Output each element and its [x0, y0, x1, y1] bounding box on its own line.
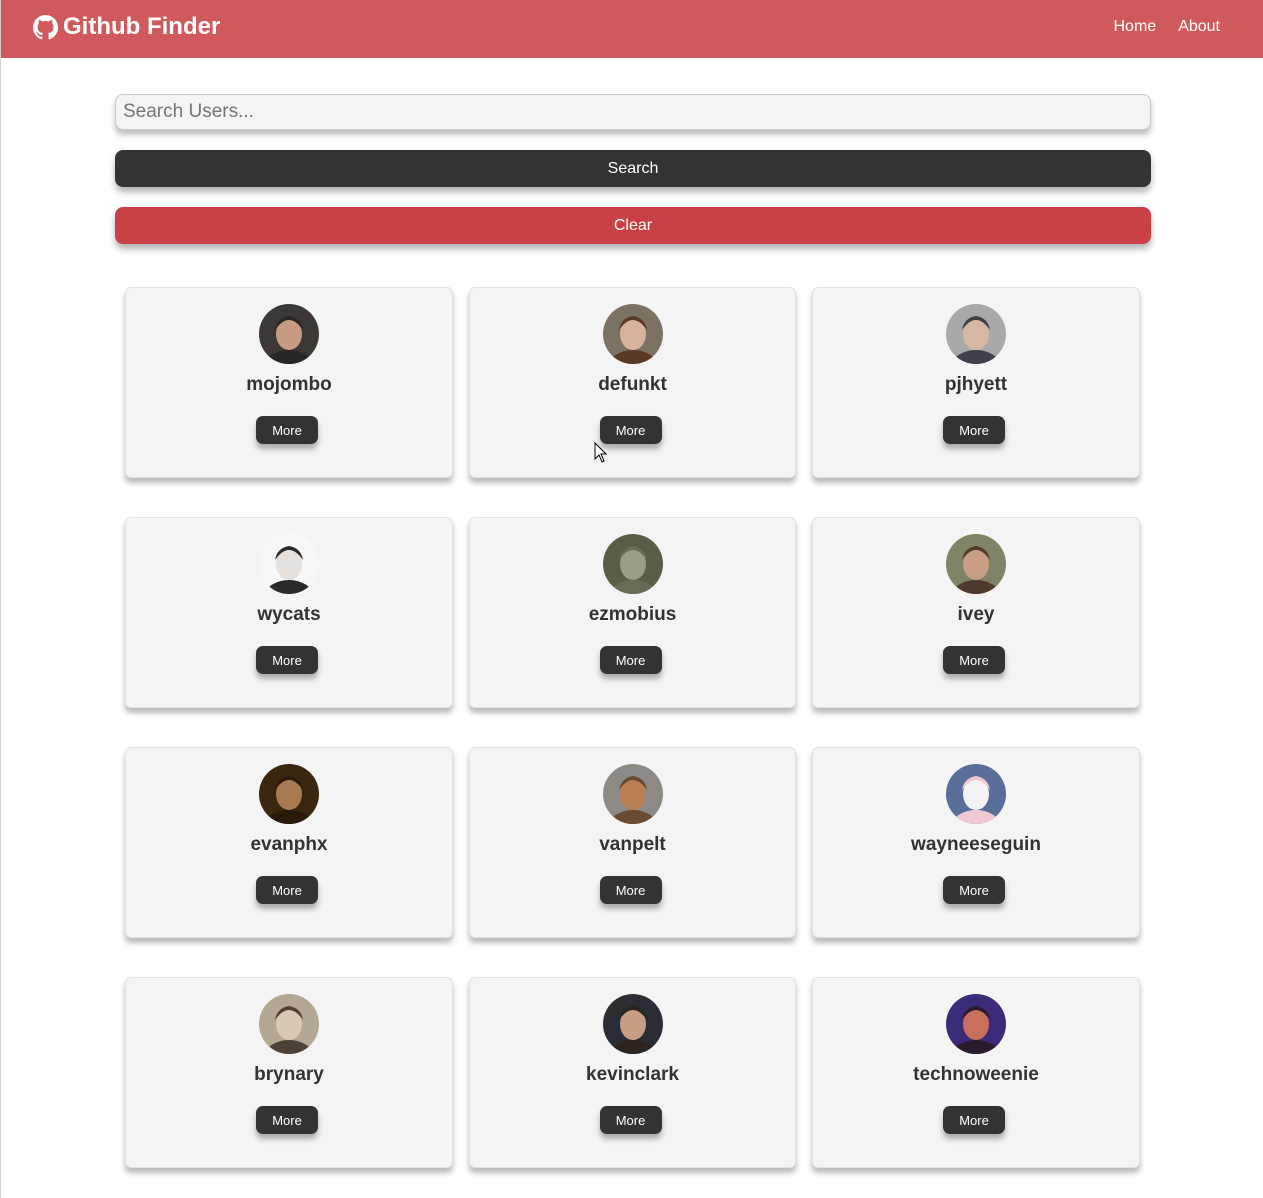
user-login: technoweenie [913, 1064, 1039, 1085]
page: Github Finder Home About Search Clear mo… [0, 0, 1263, 1198]
more-button[interactable]: More [256, 1106, 318, 1134]
user-login: wayneeseguin [911, 834, 1041, 855]
nav-link-home[interactable]: Home [1114, 18, 1157, 36]
avatar [602, 304, 663, 364]
more-button[interactable]: More [256, 416, 318, 444]
avatar-image [602, 534, 663, 594]
user-login: vanpelt [599, 834, 666, 855]
more-button[interactable]: More [599, 1106, 662, 1134]
avatar-image [946, 534, 1006, 594]
user-login: ivey [957, 604, 995, 625]
user-login: brynary [254, 1064, 324, 1085]
user-card: brynary More [125, 977, 453, 1168]
avatar [259, 994, 319, 1054]
avatar [946, 534, 1006, 594]
avatar-image [602, 304, 663, 364]
more-button[interactable]: More [599, 416, 662, 444]
more-button[interactable]: More [943, 1106, 1005, 1134]
user-card: wayneeseguin More [812, 747, 1140, 938]
user-login: wycats [257, 604, 321, 625]
user-card: defunkt More [469, 287, 796, 478]
user-card: technoweenie More [812, 977, 1140, 1168]
user-grid: mojombo More defunkt More pjhyett More wycats M… [125, 287, 1141, 1168]
brand-link[interactable]: Github Finder [33, 13, 220, 41]
clear-button[interactable]: Clear [115, 207, 1151, 244]
user-login: defunkt [598, 374, 667, 395]
navbar: Github Finder Home About [1, 0, 1263, 58]
user-card: wycats More [125, 517, 453, 708]
avatar [259, 304, 319, 364]
nav-link-about[interactable]: About [1178, 18, 1220, 36]
more-button[interactable]: More [599, 876, 662, 904]
search-input[interactable] [115, 94, 1151, 130]
nav-links: Home About [1114, 18, 1221, 36]
more-button[interactable]: More [943, 876, 1005, 904]
user-card: ezmobius More [469, 517, 796, 708]
avatar-image [946, 764, 1006, 824]
github-icon [33, 14, 58, 39]
user-card: ivey More [812, 517, 1140, 708]
avatar [602, 764, 663, 824]
avatar-image [946, 304, 1006, 364]
more-button[interactable]: More [599, 646, 662, 674]
user-card: mojombo More [125, 287, 453, 478]
avatar-image [259, 764, 319, 824]
user-login: kevinclark [586, 1064, 679, 1085]
avatar-image [259, 534, 319, 594]
user-login: ezmobius [588, 604, 677, 625]
avatar-image [259, 304, 319, 364]
user-card: evanphx More [125, 747, 453, 938]
avatar-image [602, 764, 663, 824]
avatar [259, 534, 319, 594]
user-login: evanphx [250, 834, 328, 855]
avatar [259, 764, 319, 824]
avatar [946, 994, 1006, 1054]
avatar [602, 994, 663, 1054]
avatar-image [946, 994, 1006, 1054]
user-card: vanpelt More [469, 747, 796, 938]
avatar-image [602, 994, 663, 1054]
more-button[interactable]: More [943, 416, 1005, 444]
user-card: kevinclark More [469, 977, 796, 1168]
avatar [946, 304, 1006, 364]
avatar [602, 534, 663, 594]
avatar-image [259, 994, 319, 1054]
more-button[interactable]: More [256, 876, 318, 904]
brand-title: Github Finder [63, 13, 221, 40]
more-button[interactable]: More [943, 646, 1005, 674]
search-button[interactable]: Search [115, 150, 1151, 187]
user-login: mojombo [246, 374, 332, 395]
user-login: pjhyett [944, 374, 1008, 395]
user-card: pjhyett More [812, 287, 1140, 478]
avatar [946, 764, 1006, 824]
more-button[interactable]: More [256, 646, 318, 674]
